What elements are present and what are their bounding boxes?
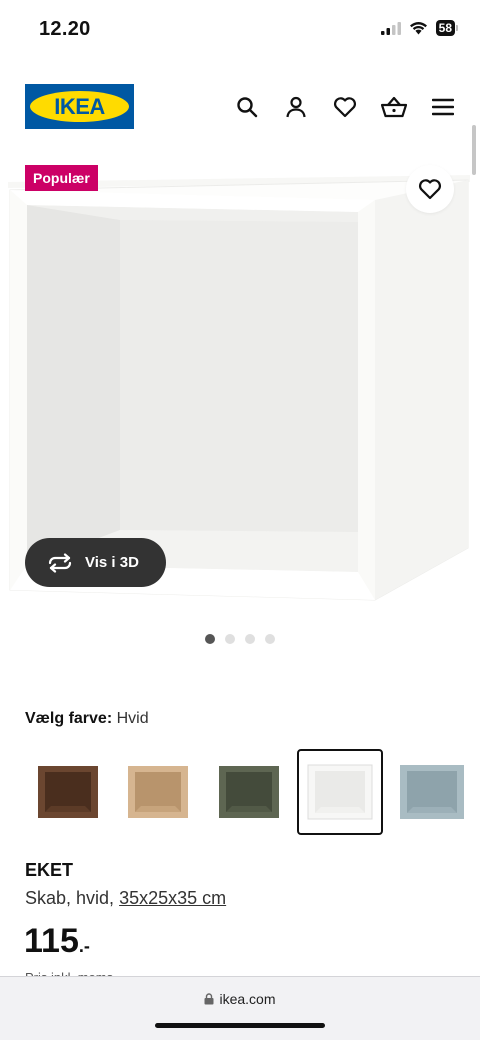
view-in-3d-label: Vis i 3D	[85, 554, 139, 571]
carousel-dot[interactable]	[205, 634, 215, 644]
signal-icon	[380, 21, 401, 35]
price-note: Pris inkl. moms	[25, 967, 113, 976]
color-select-label: Vælg farve: Hvid	[25, 710, 149, 728]
rotate-3d-icon	[48, 552, 72, 573]
heart-icon[interactable]	[332, 94, 358, 120]
add-to-favorites-button[interactable]	[406, 165, 454, 213]
view-in-3d-button[interactable]: Vis i 3D	[25, 538, 166, 587]
logo-text: IKEA	[54, 93, 105, 119]
ikea-logo[interactable]: IKEA	[25, 84, 134, 129]
carousel-dot[interactable]	[245, 634, 255, 644]
battery-icon: 58	[435, 20, 458, 36]
home-indicator[interactable]	[155, 1023, 325, 1028]
carousel-dot[interactable]	[225, 634, 235, 644]
product-price: 115.-	[24, 922, 90, 961]
heart-icon	[418, 179, 442, 200]
product-type: Skab, hvid,	[25, 888, 115, 908]
product-name: EKET	[25, 860, 74, 880]
product-dimensions-link[interactable]: 35x25x35 cm	[119, 888, 226, 908]
battery-level: 58	[435, 20, 455, 36]
color-label-prefix: Vælg farve:	[25, 710, 113, 727]
wifi-icon	[409, 22, 427, 35]
status-bar: 12.20 58	[0, 0, 480, 60]
popular-badge: Populær	[25, 165, 98, 191]
price-suffix: .-	[78, 936, 90, 956]
image-carousel-dots	[205, 634, 275, 644]
swatch-white[interactable]	[297, 749, 383, 835]
status-icons: 58	[380, 20, 458, 36]
basket-icon[interactable]	[381, 94, 407, 120]
swatch-oak[interactable]	[115, 749, 201, 835]
status-time: 12.20	[39, 18, 91, 40]
swatch-walnut[interactable]	[25, 749, 111, 835]
user-icon[interactable]	[283, 94, 309, 120]
header-actions	[234, 94, 456, 120]
product-description: Skab, hvid, 35x25x35 cm	[25, 888, 226, 909]
search-icon[interactable]	[234, 94, 260, 120]
color-swatches	[0, 749, 480, 835]
price-amount: 115	[24, 922, 79, 960]
url-text: ikea.com	[219, 991, 276, 1007]
carousel-dot[interactable]	[265, 634, 275, 644]
swatch-dark-green[interactable]	[206, 749, 292, 835]
browser-url-bar[interactable]: ikea.com	[0, 976, 480, 1040]
site-header: IKEA	[0, 84, 480, 130]
lock-icon	[204, 993, 214, 1005]
selected-color-value: Hvid	[116, 710, 149, 727]
menu-icon[interactable]	[430, 94, 456, 120]
swatch-light-blue[interactable]	[389, 749, 475, 835]
